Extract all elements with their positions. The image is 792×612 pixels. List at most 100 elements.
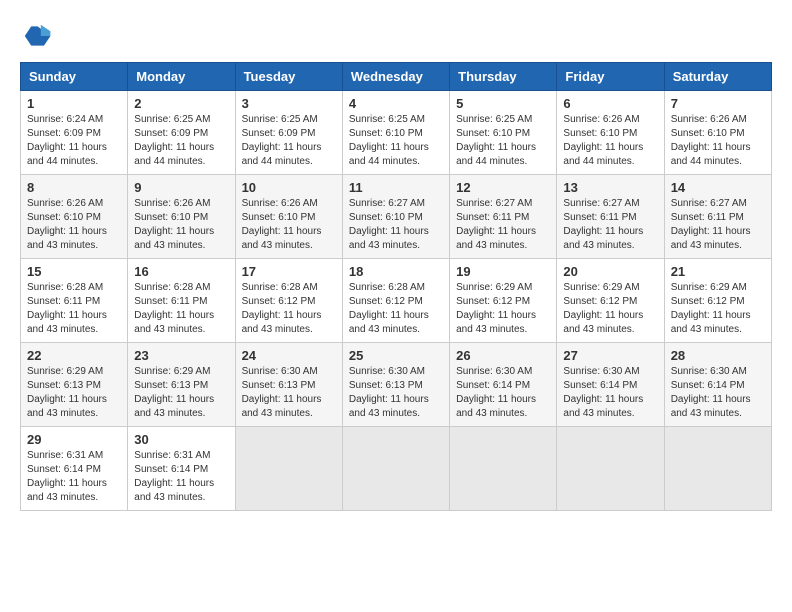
calendar-cell: 6 Sunrise: 6:26 AMSunset: 6:10 PMDayligh… bbox=[557, 91, 664, 175]
calendar-cell: 17 Sunrise: 6:28 AMSunset: 6:12 PMDaylig… bbox=[235, 259, 342, 343]
day-number: 10 bbox=[242, 180, 336, 195]
calendar-header-row: SundayMondayTuesdayWednesdayThursdayFrid… bbox=[21, 63, 772, 91]
day-info: Sunrise: 6:27 AMSunset: 6:11 PMDaylight:… bbox=[563, 197, 657, 253]
day-number: 18 bbox=[349, 264, 443, 279]
calendar-cell: 11 Sunrise: 6:27 AMSunset: 6:10 PMDaylig… bbox=[342, 175, 449, 259]
day-number: 11 bbox=[349, 180, 443, 195]
calendar-cell: 2 Sunrise: 6:25 AMSunset: 6:09 PMDayligh… bbox=[128, 91, 235, 175]
day-info: Sunrise: 6:25 AMSunset: 6:10 PMDaylight:… bbox=[456, 113, 550, 169]
day-info: Sunrise: 6:29 AMSunset: 6:12 PMDaylight:… bbox=[563, 281, 657, 337]
day-info: Sunrise: 6:30 AMSunset: 6:13 PMDaylight:… bbox=[242, 365, 336, 421]
day-info: Sunrise: 6:26 AMSunset: 6:10 PMDaylight:… bbox=[563, 113, 657, 169]
day-info: Sunrise: 6:26 AMSunset: 6:10 PMDaylight:… bbox=[242, 197, 336, 253]
day-info: Sunrise: 6:25 AMSunset: 6:09 PMDaylight:… bbox=[134, 113, 228, 169]
calendar-cell: 23 Sunrise: 6:29 AMSunset: 6:13 PMDaylig… bbox=[128, 343, 235, 427]
calendar-cell: 9 Sunrise: 6:26 AMSunset: 6:10 PMDayligh… bbox=[128, 175, 235, 259]
page-header bbox=[20, 20, 772, 52]
day-header-tuesday: Tuesday bbox=[235, 63, 342, 91]
day-number: 3 bbox=[242, 96, 336, 111]
day-info: Sunrise: 6:29 AMSunset: 6:13 PMDaylight:… bbox=[134, 365, 228, 421]
day-info: Sunrise: 6:30 AMSunset: 6:14 PMDaylight:… bbox=[456, 365, 550, 421]
day-info: Sunrise: 6:28 AMSunset: 6:11 PMDaylight:… bbox=[27, 281, 121, 337]
day-number: 23 bbox=[134, 348, 228, 363]
day-number: 25 bbox=[349, 348, 443, 363]
day-info: Sunrise: 6:31 AMSunset: 6:14 PMDaylight:… bbox=[27, 449, 121, 505]
day-info: Sunrise: 6:27 AMSunset: 6:11 PMDaylight:… bbox=[671, 197, 765, 253]
calendar-cell: 27 Sunrise: 6:30 AMSunset: 6:14 PMDaylig… bbox=[557, 343, 664, 427]
day-info: Sunrise: 6:29 AMSunset: 6:13 PMDaylight:… bbox=[27, 365, 121, 421]
day-number: 28 bbox=[671, 348, 765, 363]
calendar-cell: 29 Sunrise: 6:31 AMSunset: 6:14 PMDaylig… bbox=[21, 427, 128, 511]
day-info: Sunrise: 6:26 AMSunset: 6:10 PMDaylight:… bbox=[27, 197, 121, 253]
day-number: 19 bbox=[456, 264, 550, 279]
calendar-table: SundayMondayTuesdayWednesdayThursdayFrid… bbox=[20, 62, 772, 511]
calendar-cell: 15 Sunrise: 6:28 AMSunset: 6:11 PMDaylig… bbox=[21, 259, 128, 343]
calendar-cell: 13 Sunrise: 6:27 AMSunset: 6:11 PMDaylig… bbox=[557, 175, 664, 259]
calendar-week-row: 22 Sunrise: 6:29 AMSunset: 6:13 PMDaylig… bbox=[21, 343, 772, 427]
calendar-cell: 10 Sunrise: 6:26 AMSunset: 6:10 PMDaylig… bbox=[235, 175, 342, 259]
calendar-cell: 8 Sunrise: 6:26 AMSunset: 6:10 PMDayligh… bbox=[21, 175, 128, 259]
day-info: Sunrise: 6:30 AMSunset: 6:13 PMDaylight:… bbox=[349, 365, 443, 421]
day-number: 29 bbox=[27, 432, 121, 447]
calendar-cell: 25 Sunrise: 6:30 AMSunset: 6:13 PMDaylig… bbox=[342, 343, 449, 427]
calendar-cell: 28 Sunrise: 6:30 AMSunset: 6:14 PMDaylig… bbox=[664, 343, 771, 427]
day-info: Sunrise: 6:25 AMSunset: 6:10 PMDaylight:… bbox=[349, 113, 443, 169]
day-info: Sunrise: 6:25 AMSunset: 6:09 PMDaylight:… bbox=[242, 113, 336, 169]
day-number: 15 bbox=[27, 264, 121, 279]
day-number: 17 bbox=[242, 264, 336, 279]
day-header-wednesday: Wednesday bbox=[342, 63, 449, 91]
day-info: Sunrise: 6:29 AMSunset: 6:12 PMDaylight:… bbox=[456, 281, 550, 337]
calendar-cell: 20 Sunrise: 6:29 AMSunset: 6:12 PMDaylig… bbox=[557, 259, 664, 343]
calendar-cell bbox=[664, 427, 771, 511]
calendar-cell bbox=[235, 427, 342, 511]
calendar-week-row: 1 Sunrise: 6:24 AMSunset: 6:09 PMDayligh… bbox=[21, 91, 772, 175]
day-number: 26 bbox=[456, 348, 550, 363]
day-header-saturday: Saturday bbox=[664, 63, 771, 91]
day-number: 7 bbox=[671, 96, 765, 111]
calendar-cell: 22 Sunrise: 6:29 AMSunset: 6:13 PMDaylig… bbox=[21, 343, 128, 427]
logo-icon bbox=[20, 20, 52, 52]
day-header-sunday: Sunday bbox=[21, 63, 128, 91]
day-header-thursday: Thursday bbox=[450, 63, 557, 91]
day-info: Sunrise: 6:26 AMSunset: 6:10 PMDaylight:… bbox=[134, 197, 228, 253]
calendar-cell: 24 Sunrise: 6:30 AMSunset: 6:13 PMDaylig… bbox=[235, 343, 342, 427]
day-header-friday: Friday bbox=[557, 63, 664, 91]
day-info: Sunrise: 6:27 AMSunset: 6:10 PMDaylight:… bbox=[349, 197, 443, 253]
day-number: 14 bbox=[671, 180, 765, 195]
day-number: 9 bbox=[134, 180, 228, 195]
day-info: Sunrise: 6:24 AMSunset: 6:09 PMDaylight:… bbox=[27, 113, 121, 169]
calendar-cell: 1 Sunrise: 6:24 AMSunset: 6:09 PMDayligh… bbox=[21, 91, 128, 175]
calendar-cell: 26 Sunrise: 6:30 AMSunset: 6:14 PMDaylig… bbox=[450, 343, 557, 427]
day-info: Sunrise: 6:27 AMSunset: 6:11 PMDaylight:… bbox=[456, 197, 550, 253]
day-number: 1 bbox=[27, 96, 121, 111]
calendar-week-row: 29 Sunrise: 6:31 AMSunset: 6:14 PMDaylig… bbox=[21, 427, 772, 511]
day-number: 27 bbox=[563, 348, 657, 363]
day-number: 24 bbox=[242, 348, 336, 363]
day-number: 4 bbox=[349, 96, 443, 111]
calendar-cell: 3 Sunrise: 6:25 AMSunset: 6:09 PMDayligh… bbox=[235, 91, 342, 175]
day-info: Sunrise: 6:31 AMSunset: 6:14 PMDaylight:… bbox=[134, 449, 228, 505]
calendar-week-row: 15 Sunrise: 6:28 AMSunset: 6:11 PMDaylig… bbox=[21, 259, 772, 343]
day-number: 5 bbox=[456, 96, 550, 111]
calendar-cell: 7 Sunrise: 6:26 AMSunset: 6:10 PMDayligh… bbox=[664, 91, 771, 175]
calendar-cell: 12 Sunrise: 6:27 AMSunset: 6:11 PMDaylig… bbox=[450, 175, 557, 259]
day-number: 22 bbox=[27, 348, 121, 363]
day-number: 20 bbox=[563, 264, 657, 279]
day-header-monday: Monday bbox=[128, 63, 235, 91]
day-info: Sunrise: 6:29 AMSunset: 6:12 PMDaylight:… bbox=[671, 281, 765, 337]
calendar-cell: 19 Sunrise: 6:29 AMSunset: 6:12 PMDaylig… bbox=[450, 259, 557, 343]
day-info: Sunrise: 6:28 AMSunset: 6:11 PMDaylight:… bbox=[134, 281, 228, 337]
calendar-cell bbox=[342, 427, 449, 511]
calendar-cell: 21 Sunrise: 6:29 AMSunset: 6:12 PMDaylig… bbox=[664, 259, 771, 343]
day-info: Sunrise: 6:30 AMSunset: 6:14 PMDaylight:… bbox=[671, 365, 765, 421]
day-number: 2 bbox=[134, 96, 228, 111]
calendar-cell bbox=[557, 427, 664, 511]
day-number: 13 bbox=[563, 180, 657, 195]
day-number: 21 bbox=[671, 264, 765, 279]
day-info: Sunrise: 6:30 AMSunset: 6:14 PMDaylight:… bbox=[563, 365, 657, 421]
day-info: Sunrise: 6:28 AMSunset: 6:12 PMDaylight:… bbox=[242, 281, 336, 337]
calendar-cell: 30 Sunrise: 6:31 AMSunset: 6:14 PMDaylig… bbox=[128, 427, 235, 511]
day-number: 30 bbox=[134, 432, 228, 447]
day-number: 12 bbox=[456, 180, 550, 195]
calendar-week-row: 8 Sunrise: 6:26 AMSunset: 6:10 PMDayligh… bbox=[21, 175, 772, 259]
